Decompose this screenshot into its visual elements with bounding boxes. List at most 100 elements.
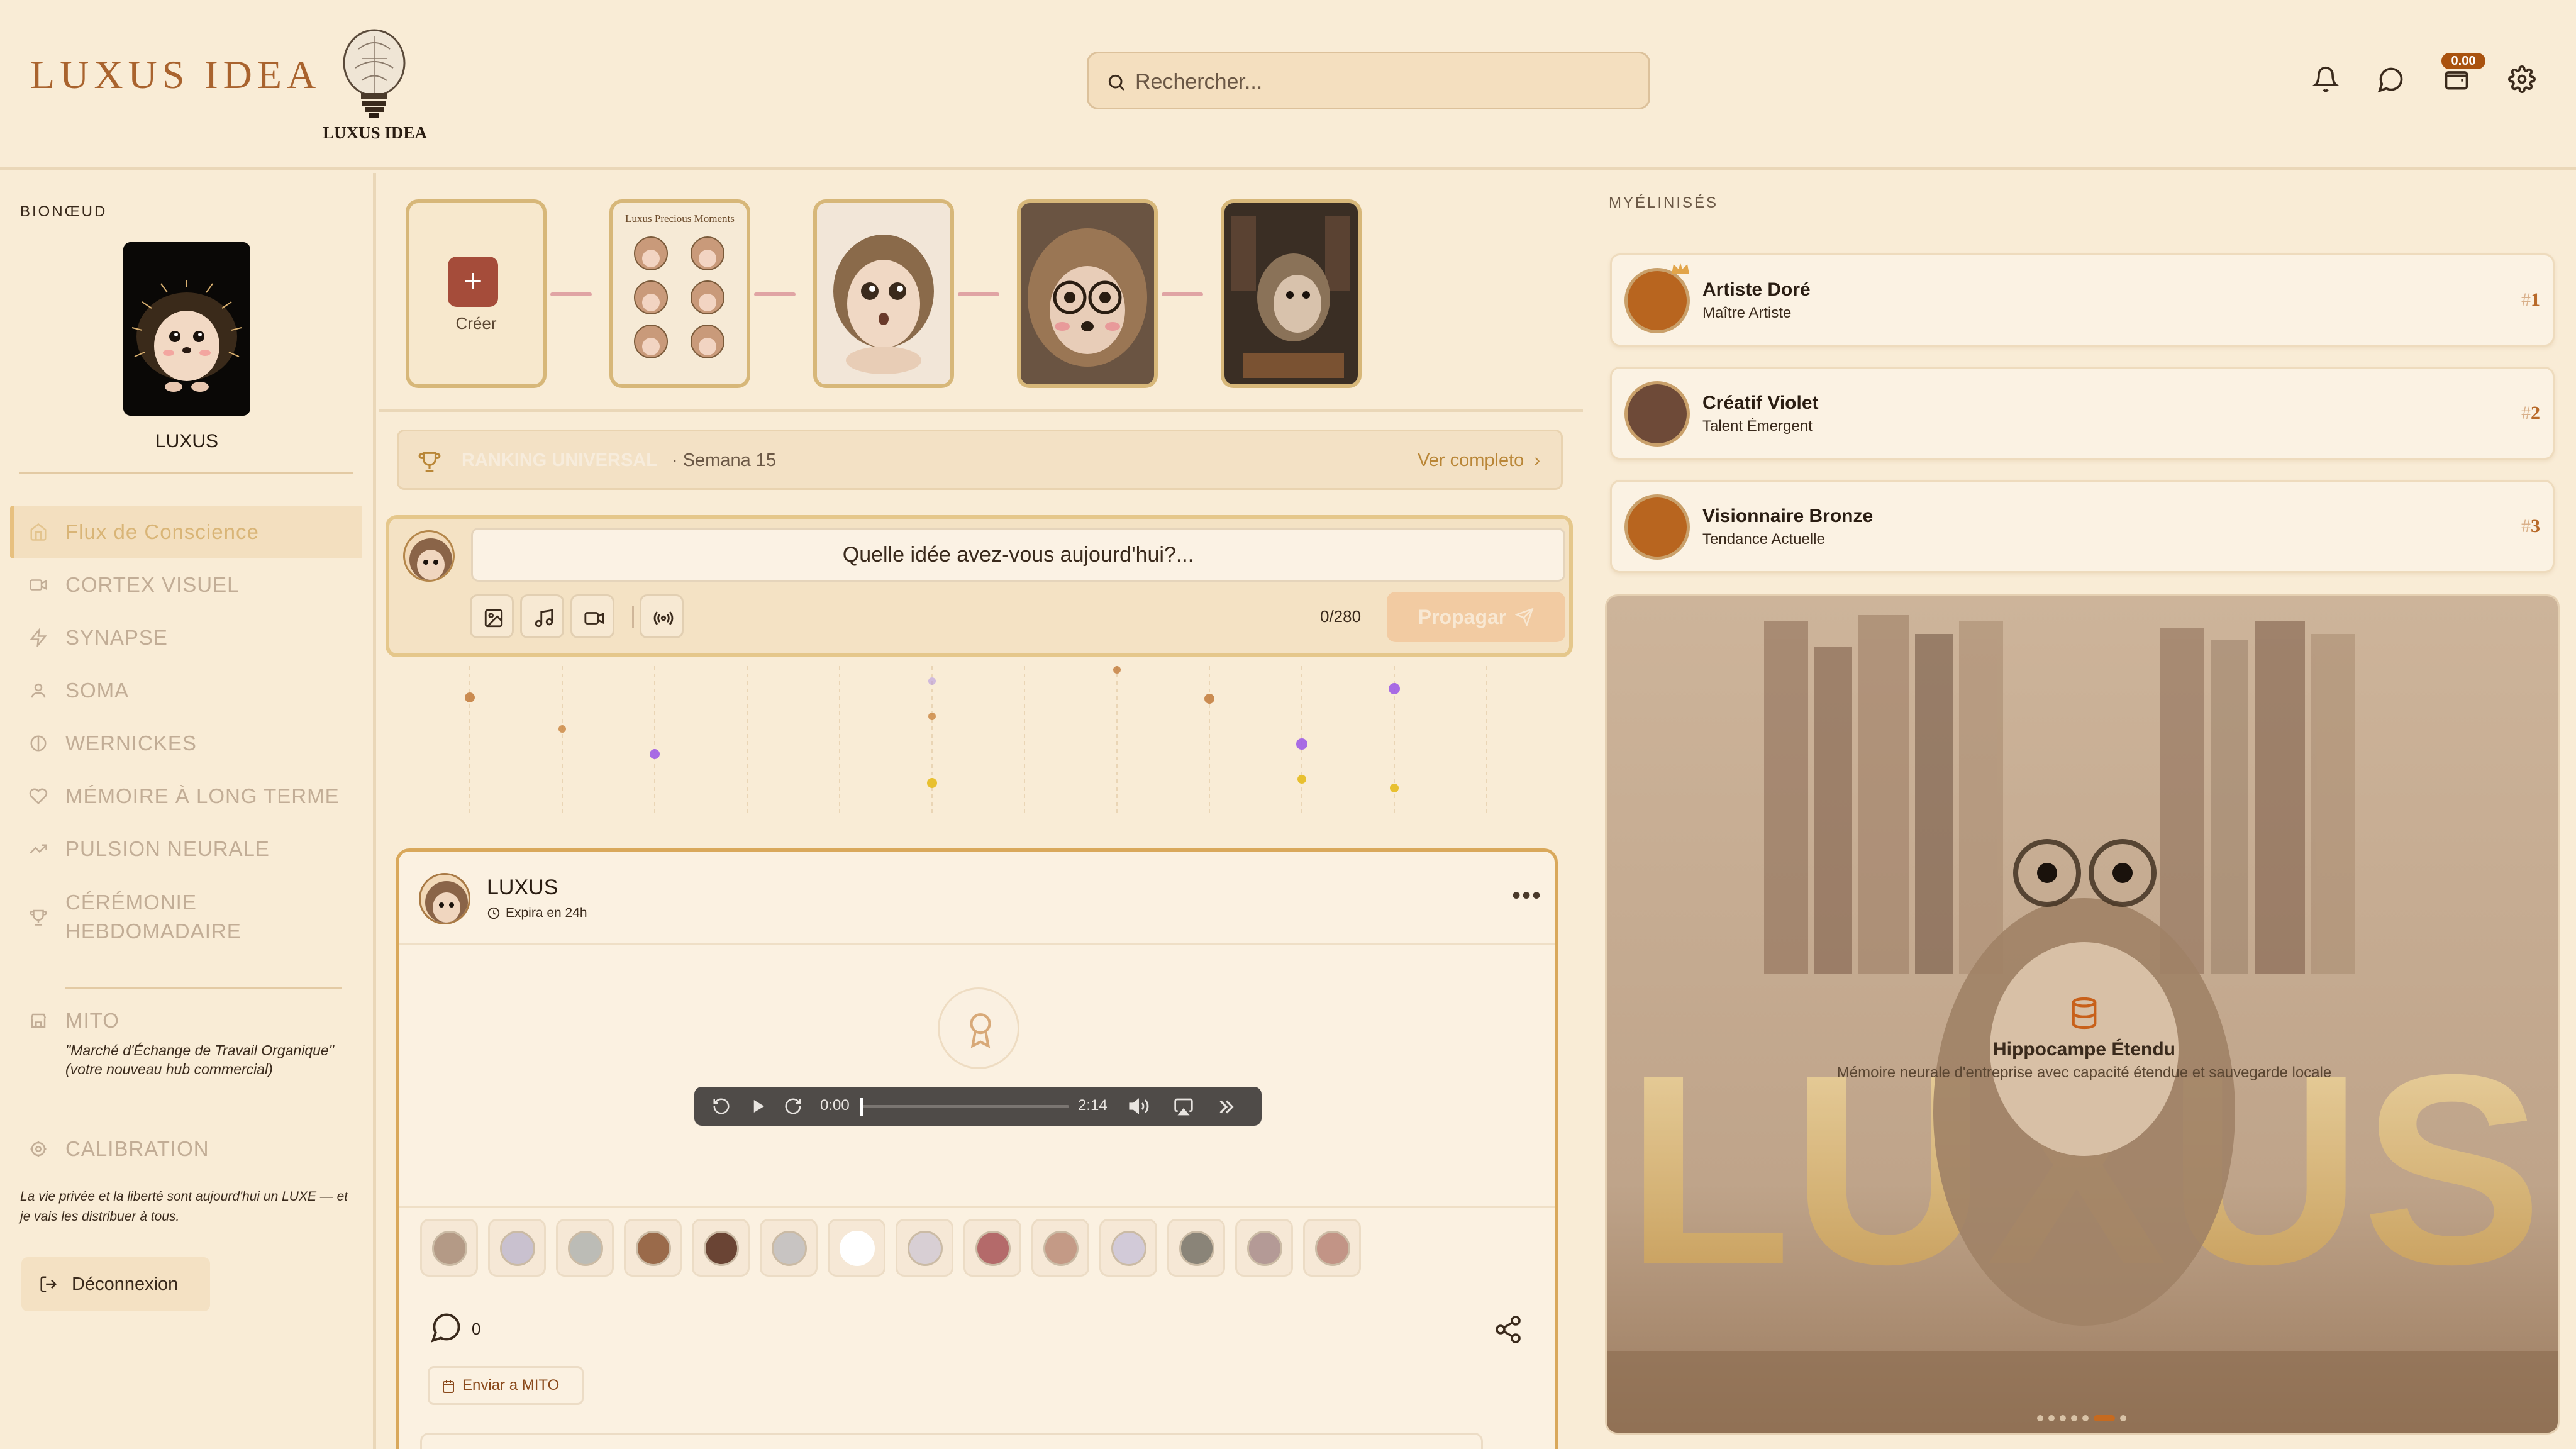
feature-carousel[interactable]: LUXUS Hippocampe Étendu Mémoire neurale … (1605, 594, 2560, 1435)
leaderboard-card[interactable]: Visionnaire Bronze Tendance Actuelle #3 (1610, 480, 2555, 573)
carousel-dot[interactable] (2060, 1415, 2066, 1421)
story-connector (550, 292, 592, 296)
search-bar[interactable] (1087, 52, 1650, 109)
audio-player[interactable]: 0:00 2:14 (694, 1087, 1262, 1126)
search-icon (1108, 74, 1125, 91)
carousel-dot[interactable] (2120, 1415, 2126, 1421)
story-card[interactable] (1017, 199, 1158, 388)
nav-item-calibration[interactable]: CALIBRATION (10, 1123, 362, 1175)
logout-label: Déconnexion (72, 1274, 179, 1294)
broadcast-button[interactable] (640, 594, 684, 638)
leaderboard-subtitle: Maître Artiste (1702, 304, 1792, 321)
ranking-see-all-link[interactable]: Ver completo › (1418, 450, 1540, 471)
create-story-button[interactable]: + Créer (406, 199, 547, 388)
share-icon[interactable] (1493, 1314, 1523, 1345)
ranking-week: · Semana 15 (672, 450, 777, 470)
reaction-button[interactable] (692, 1219, 750, 1277)
story-card[interactable] (813, 199, 954, 388)
post-author-avatar[interactable] (419, 873, 470, 924)
audio-progress-handle[interactable] (860, 1098, 863, 1116)
airplay-icon[interactable] (1174, 1097, 1194, 1117)
video-upload-button[interactable] (570, 594, 614, 638)
carousel-dot-active[interactable] (2094, 1415, 2115, 1421)
mito-subtitle-line-2: (votre nouveau hub commercial) (65, 1061, 273, 1077)
leaderboard-name: Créatif Violet (1702, 392, 1819, 413)
send-to-mito-label: Enviar a MITO (462, 1377, 560, 1394)
privacy-statement: La vie privée et la liberté sont aujourd… (20, 1189, 348, 1224)
propagate-button[interactable]: Propagar (1387, 592, 1565, 642)
reaction-button[interactable] (828, 1219, 886, 1277)
trophy-icon (30, 909, 47, 926)
leaderboard-avatar (1624, 381, 1690, 447)
nav-item-synapse[interactable]: SYNAPSE (10, 611, 362, 664)
carousel-dot[interactable] (2037, 1415, 2043, 1421)
ranking-label: RANKING UNIVERSAL (462, 450, 657, 470)
video-icon (30, 579, 47, 591)
audio-progress-track[interactable] (860, 1105, 1069, 1108)
leaderboard-name: Artiste Doré (1702, 279, 1811, 300)
story-card[interactable]: Luxus Precious Moments (609, 199, 750, 388)
carousel-dot[interactable] (2048, 1415, 2055, 1421)
post-author-name[interactable]: LUXUS (487, 875, 558, 900)
comment-count: 0 (472, 1319, 481, 1338)
calendar-icon (443, 1380, 454, 1393)
reaction-button[interactable] (1303, 1219, 1361, 1277)
comment-icon[interactable] (430, 1311, 463, 1343)
nav-item-flux-de-conscience[interactable]: Flux de Conscience (10, 506, 362, 558)
leaderboard-card[interactable]: Artiste Doré Maître Artiste #1 (1610, 253, 2555, 347)
nav-item-wernickes[interactable]: WERNICKES (10, 717, 362, 770)
logo-text[interactable]: LUXUS IDEA (30, 52, 321, 98)
reaction-button[interactable] (488, 1219, 546, 1277)
post-divider (399, 1206, 1555, 1208)
reaction-button[interactable] (1167, 1219, 1225, 1277)
composer-input[interactable] (471, 528, 1565, 582)
nav-item-cortex-visuel[interactable]: CORTEX VISUEL (10, 558, 362, 611)
comment-input-box[interactable] (420, 1433, 1483, 1449)
toolbar-separator (632, 606, 634, 628)
forward-icon[interactable] (784, 1097, 802, 1116)
reaction-button[interactable] (760, 1219, 818, 1277)
leaderboard-name: Visionnaire Bronze (1702, 506, 1874, 526)
reaction-button[interactable] (420, 1219, 478, 1277)
leaderboard-avatar (1624, 494, 1690, 560)
bell-icon[interactable] (2312, 65, 2340, 93)
playback-speed-icon[interactable] (1216, 1097, 1236, 1117)
reaction-button[interactable] (1099, 1219, 1157, 1277)
image-upload-button[interactable] (470, 594, 514, 638)
more-options-icon[interactable]: ••• (1512, 882, 1542, 910)
reaction-button[interactable] (963, 1219, 1021, 1277)
store-icon (30, 1013, 47, 1028)
carousel-dot[interactable] (2071, 1415, 2077, 1421)
nav-item-soma[interactable]: SOMA (10, 664, 362, 717)
carousel-dot[interactable] (2082, 1415, 2089, 1421)
play-icon[interactable] (748, 1097, 767, 1116)
logout-button[interactable]: Déconnexion (21, 1257, 210, 1311)
volume-icon[interactable] (1128, 1096, 1150, 1117)
gear-icon[interactable] (2508, 65, 2536, 93)
message-icon[interactable] (2377, 65, 2405, 93)
reaction-button[interactable] (1031, 1219, 1089, 1277)
send-to-mito-button[interactable]: Enviar a MITO (428, 1366, 584, 1405)
nav-label: CÉRÉMONIE HEBDOMADAIRE (65, 891, 242, 943)
reaction-button[interactable] (556, 1219, 614, 1277)
nav-item-memoire-a-long-terme[interactable]: MÉMOIRE À LONG TERME (10, 770, 362, 823)
reaction-button[interactable] (624, 1219, 682, 1277)
audio-upload-button[interactable] (520, 594, 564, 638)
post-composer: 0/280 Propagar (386, 515, 1573, 657)
reaction-button[interactable] (896, 1219, 953, 1277)
leaderboard-card[interactable]: Créatif Violet Talent Émergent #2 (1610, 367, 2555, 460)
right-panel: MYÉLINISÉS Artiste Doré Maître Artiste #… (1586, 173, 2576, 1449)
mito-description: "Marché d'Échange de Travail Organique" … (65, 1041, 342, 1079)
ranking-banner[interactable]: RANKING UNIVERSAL · Semana 15 Ver comple… (397, 430, 1563, 490)
wallet-icon[interactable] (2443, 65, 2470, 93)
story-card[interactable] (1221, 199, 1362, 388)
search-input[interactable] (1135, 65, 1626, 99)
rewind-icon[interactable] (712, 1097, 731, 1116)
nav-item-ceremonie-hebdomadaire[interactable]: CÉRÉMONIE HEBDOMADAIRE (10, 882, 362, 952)
reaction-button[interactable] (1235, 1219, 1293, 1277)
profile-avatar[interactable] (123, 242, 250, 416)
nav-item-mito[interactable]: MITO (10, 1002, 362, 1040)
home-icon (30, 523, 47, 541)
award-placeholder (938, 987, 1019, 1069)
nav-item-pulsion-neurale[interactable]: PULSION NEURALE (10, 823, 362, 875)
